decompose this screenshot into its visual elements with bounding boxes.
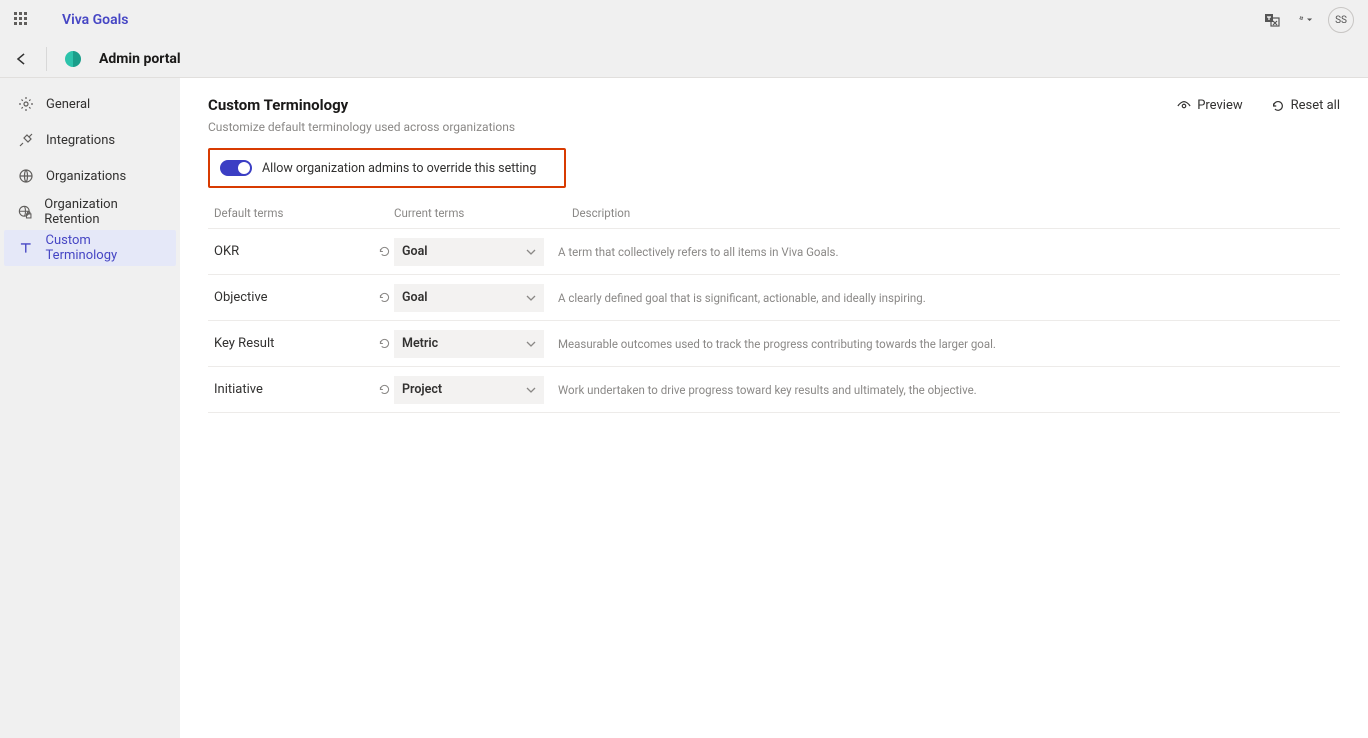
globe-icon	[18, 168, 34, 184]
app-title[interactable]: Viva Goals	[62, 12, 128, 28]
page-subtitle: Customize default terminology used acros…	[208, 120, 515, 134]
default-term: Objective	[214, 290, 374, 305]
default-term: Initiative	[214, 382, 374, 397]
sidebar-item-custom-terminology[interactable]: Custom Terminology	[4, 230, 176, 266]
back-icon[interactable]	[14, 51, 30, 67]
current-term-select[interactable]: Goal	[394, 284, 544, 312]
waffle-icon[interactable]	[14, 12, 30, 28]
allow-override-toggle[interactable]	[220, 160, 252, 176]
table-row: Key Result Metric Measurable outcomes us…	[208, 321, 1340, 367]
chevron-down-icon	[526, 385, 536, 395]
current-term-select[interactable]: Goal	[394, 238, 544, 266]
chevron-down-icon	[526, 339, 536, 349]
table-row: Objective Goal A clearly defined goal th…	[208, 275, 1340, 321]
gear-icon	[18, 96, 34, 112]
reset-row-button[interactable]	[374, 291, 394, 304]
reset-all-button[interactable]: Reset all	[1271, 98, 1340, 113]
row-description: Work undertaken to drive progress toward…	[544, 383, 1340, 397]
reset-row-button[interactable]	[374, 245, 394, 258]
table-row: Initiative Project Work undertaken to dr…	[208, 367, 1340, 413]
col-description: Description	[558, 206, 1340, 220]
current-term-select[interactable]: Metric	[394, 330, 544, 358]
app-bar-left: Viva Goals	[14, 12, 128, 28]
preview-label: Preview	[1197, 98, 1242, 113]
header-actions: Preview Reset all	[1177, 98, 1340, 113]
app-bar-right: SS	[1264, 7, 1354, 33]
admin-portal-title: Admin portal	[99, 51, 181, 67]
text-icon	[18, 240, 34, 256]
sidebar-item-org-retention[interactable]: Organization Retention	[4, 194, 176, 230]
plug-icon	[18, 132, 34, 148]
preview-button[interactable]: Preview	[1177, 98, 1242, 113]
table-row: OKR Goal A term that collectively refers…	[208, 229, 1340, 275]
table-header: Default terms Current terms Description	[208, 196, 1340, 229]
reset-row-button[interactable]	[374, 337, 394, 350]
sidebar-item-label: Organization Retention	[44, 197, 162, 227]
viva-goals-logo-icon	[63, 49, 83, 69]
sidebar-item-organizations[interactable]: Organizations	[4, 158, 176, 194]
reset-all-label: Reset all	[1291, 98, 1340, 113]
terminology-table: Default terms Current terms Description …	[208, 196, 1340, 413]
sidebar-item-general[interactable]: General	[4, 86, 176, 122]
row-description: A clearly defined goal that is significa…	[544, 291, 1340, 305]
eye-icon	[1177, 99, 1191, 113]
select-value: Goal	[402, 290, 428, 305]
sidebar-item-integrations[interactable]: Integrations	[4, 122, 176, 158]
sidebar-item-label: Integrations	[46, 133, 115, 148]
sidebar-item-label: Custom Terminology	[46, 233, 162, 263]
sidebar-item-label: General	[46, 97, 90, 112]
reset-icon	[1271, 99, 1285, 113]
default-term: Key Result	[214, 336, 374, 351]
sidebar: General Integrations Organizations Organ…	[0, 78, 180, 738]
row-description: A term that collectively refers to all i…	[544, 245, 1340, 259]
chevron-down-icon	[526, 293, 536, 303]
override-setting-callout: Allow organization admins to override th…	[208, 148, 566, 188]
chevron-down-icon	[526, 247, 536, 257]
divider	[46, 47, 47, 71]
app-bar: Viva Goals SS	[0, 0, 1368, 40]
page-title: Custom Terminology	[208, 96, 515, 114]
profile-avatar[interactable]: SS	[1328, 7, 1354, 33]
settings-link-icon[interactable]	[1296, 12, 1312, 28]
sub-header: Admin portal	[0, 40, 1368, 78]
default-term: OKR	[214, 244, 374, 259]
select-value: Goal	[402, 244, 428, 259]
translate-icon[interactable]	[1264, 12, 1280, 28]
main-content: Custom Terminology Customize default ter…	[180, 78, 1368, 738]
current-term-select[interactable]: Project	[394, 376, 544, 404]
sidebar-item-label: Organizations	[46, 169, 126, 184]
shell: General Integrations Organizations Organ…	[0, 78, 1368, 738]
col-default: Default terms	[214, 206, 394, 220]
select-value: Project	[402, 382, 442, 397]
col-current: Current terms	[394, 206, 558, 220]
allow-override-label: Allow organization admins to override th…	[262, 161, 536, 176]
main-header: Custom Terminology Customize default ter…	[208, 96, 1340, 134]
row-description: Measurable outcomes used to track the pr…	[544, 337, 1340, 351]
select-value: Metric	[402, 336, 438, 351]
globe-lock-icon	[18, 204, 32, 220]
reset-row-button[interactable]	[374, 383, 394, 396]
